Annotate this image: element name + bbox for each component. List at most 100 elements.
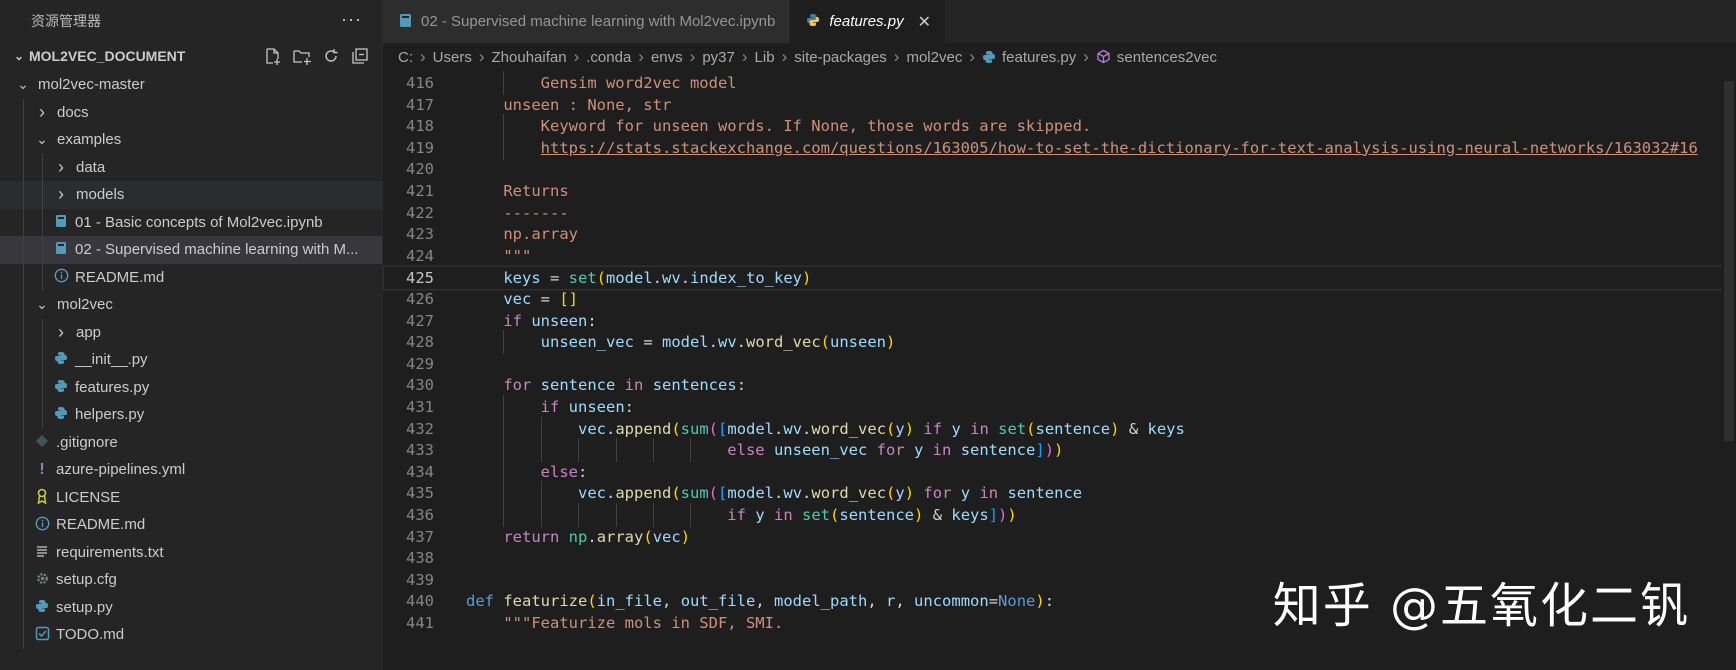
code-line[interactable]: 436 if y in set(sentence) & keys])) bbox=[383, 503, 1736, 527]
chevron-right-icon: › bbox=[969, 47, 975, 66]
tree-item[interactable]: › data bbox=[0, 153, 382, 181]
tree-item-label: models bbox=[76, 186, 125, 204]
indent-guide bbox=[23, 621, 24, 649]
code-text: Returns bbox=[466, 182, 569, 200]
refresh-icon[interactable] bbox=[320, 46, 341, 65]
chevron-right-icon[interactable]: › bbox=[52, 184, 70, 205]
tree-item[interactable]: helpers.py bbox=[0, 401, 382, 429]
code-line[interactable]: 417 unseen : None, str bbox=[383, 93, 1736, 117]
breadcrumb-item[interactable]: envs bbox=[651, 49, 683, 66]
tree-item[interactable]: TODO.md bbox=[0, 621, 382, 649]
tree-item[interactable]: setup.cfg bbox=[0, 566, 382, 594]
breadcrumb-item[interactable]: sentences2vec bbox=[1117, 49, 1217, 66]
tree-item[interactable]: .gitignore bbox=[0, 428, 382, 456]
code-line[interactable]: 430 for sentence in sentences: bbox=[383, 373, 1736, 397]
tab-notebook[interactable]: 02 - Supervised machine learning with Mo… bbox=[383, 0, 791, 43]
code-line[interactable]: 431 if unseen: bbox=[383, 395, 1736, 419]
tree-item[interactable]: README.md bbox=[0, 263, 382, 291]
line-number: 429 bbox=[406, 354, 434, 373]
code-line[interactable]: 435 vec.append(sum([model.wv.word_vec(y)… bbox=[383, 481, 1736, 506]
chevron-down-icon[interactable]: ⌄ bbox=[33, 131, 51, 148]
tree-item[interactable]: ⌄ mol2vec bbox=[0, 291, 382, 319]
tree-item[interactable]: __init__.py bbox=[0, 346, 382, 374]
chevron-right-icon: › bbox=[781, 47, 788, 66]
new-folder-icon[interactable] bbox=[291, 46, 312, 65]
line-number: 420 bbox=[406, 160, 434, 179]
line-number: 435 bbox=[406, 484, 434, 503]
chevron-right-icon[interactable]: › bbox=[33, 102, 51, 123]
workspace-section-header[interactable]: ⌄ MOL2VEC_DOCUMENT bbox=[0, 42, 382, 69]
tree-item[interactable]: README.md bbox=[0, 511, 382, 539]
code-text: ------- bbox=[466, 203, 569, 222]
collapse-all-icon[interactable] bbox=[349, 46, 370, 65]
code-line[interactable]: 437 return np.array(vec) bbox=[383, 525, 1736, 549]
chevron-down-icon[interactable]: ⌄ bbox=[33, 296, 51, 313]
vertical-scrollbar[interactable] bbox=[1722, 71, 1736, 670]
line-number: 434 bbox=[406, 462, 434, 481]
new-file-icon[interactable] bbox=[262, 46, 283, 65]
breadcrumb-item[interactable]: C: bbox=[398, 49, 413, 66]
breadcrumb-item[interactable]: mol2vec bbox=[906, 49, 962, 66]
tree-item-label: 01 - Basic concepts of Mol2vec.ipynb bbox=[75, 213, 323, 231]
code-line[interactable]: 416 Gensim word2vec model bbox=[383, 71, 1736, 95]
tree-item-label: TODO.md bbox=[56, 626, 125, 644]
code-text: def featurize(in_file, out_file, model_p… bbox=[466, 592, 1055, 611]
code-line[interactable]: 420 bbox=[383, 157, 1736, 181]
line-number: 419 bbox=[406, 138, 434, 157]
tree-item[interactable]: ⌄ examples bbox=[0, 126, 382, 154]
tree-item-label: examples bbox=[57, 131, 122, 149]
breadcrumb-item[interactable]: Users bbox=[433, 49, 472, 66]
tab-label: 02 - Supervised machine learning with Mo… bbox=[421, 13, 776, 30]
indent-guide bbox=[23, 181, 24, 209]
tree-item[interactable]: requirements.txt bbox=[0, 538, 382, 566]
breadcrumb-item[interactable]: site-packages bbox=[794, 49, 887, 66]
chevron-right-icon[interactable]: › bbox=[52, 157, 70, 178]
code-line[interactable]: 422 ------- bbox=[383, 201, 1736, 225]
tree-item[interactable]: ⌄ mol2vec-master bbox=[0, 71, 382, 99]
code-line[interactable]: 424 """ bbox=[383, 244, 1736, 268]
breadcrumb-item[interactable]: py37 bbox=[702, 49, 735, 66]
tree-item[interactable]: setup.py bbox=[0, 593, 382, 621]
close-icon[interactable]: ✕ bbox=[918, 12, 931, 32]
indent-guide bbox=[23, 483, 24, 511]
line-number: 432 bbox=[406, 419, 434, 438]
code-line[interactable]: 427 if unseen: bbox=[383, 309, 1736, 333]
tree-item-label: .gitignore bbox=[56, 433, 118, 451]
chevron-right-icon: › bbox=[573, 47, 580, 66]
tree-item[interactable]: LICENSE bbox=[0, 483, 382, 511]
code-line[interactable]: 434 else: bbox=[383, 459, 1736, 484]
tree-item[interactable]: ! azure-pipelines.yml bbox=[0, 456, 382, 484]
tree-item[interactable]: 02 - Supervised machine learning with M.… bbox=[0, 236, 382, 264]
tree-item[interactable]: › models bbox=[0, 181, 382, 209]
code-line[interactable]: 432 vec.append(sum([model.wv.word_vec(y)… bbox=[383, 416, 1736, 441]
chevron-down-icon[interactable]: ⌄ bbox=[14, 76, 32, 93]
line-number: 422 bbox=[406, 203, 434, 222]
tree-item[interactable]: features.py bbox=[0, 373, 382, 401]
tree-item[interactable]: › docs bbox=[0, 98, 382, 126]
tab-features-py[interactable]: features.py ✕ bbox=[790, 0, 946, 43]
breadcrumb-item[interactable]: features.py bbox=[1002, 49, 1076, 66]
code-line[interactable]: 428 unseen_vec = model.wv.word_vec(unsee… bbox=[383, 330, 1736, 355]
git-icon bbox=[33, 434, 51, 451]
code-line[interactable]: 423 np.array bbox=[383, 222, 1736, 246]
code-text: np.array bbox=[466, 225, 578, 244]
code-text: https://stats.stackexchange.com/question… bbox=[540, 138, 1698, 157]
code-line[interactable]: 418 Keyword for unseen words. If None, t… bbox=[383, 114, 1736, 139]
code-line[interactable]: 419 https://stats.stackexchange.com/ques… bbox=[383, 135, 1736, 160]
breadcrumb-item[interactable]: Zhouhaifan bbox=[492, 49, 567, 66]
indent-guide bbox=[23, 263, 24, 291]
breadcrumb-item[interactable]: Lib bbox=[755, 49, 775, 66]
chevron-right-icon[interactable]: › bbox=[52, 322, 70, 343]
tree-item[interactable]: 01 - Basic concepts of Mol2vec.ipynb bbox=[0, 208, 382, 236]
indent-guide bbox=[42, 208, 43, 236]
code-line[interactable]: 421 Returns bbox=[383, 179, 1736, 203]
code-line[interactable]: 426 vec = [] bbox=[383, 287, 1736, 311]
more-actions-icon[interactable]: ··· bbox=[341, 9, 362, 30]
tree-item[interactable]: › app bbox=[0, 318, 382, 346]
code-line[interactable]: 429 bbox=[383, 352, 1736, 376]
indent-guide bbox=[42, 401, 43, 429]
breadcrumb-item[interactable]: .conda bbox=[586, 49, 631, 66]
code-line[interactable]: 433 else unseen_vec for y in sentence])) bbox=[383, 438, 1736, 463]
scrollbar-thumb[interactable] bbox=[1724, 81, 1734, 441]
tree-item-label: data bbox=[76, 158, 106, 176]
